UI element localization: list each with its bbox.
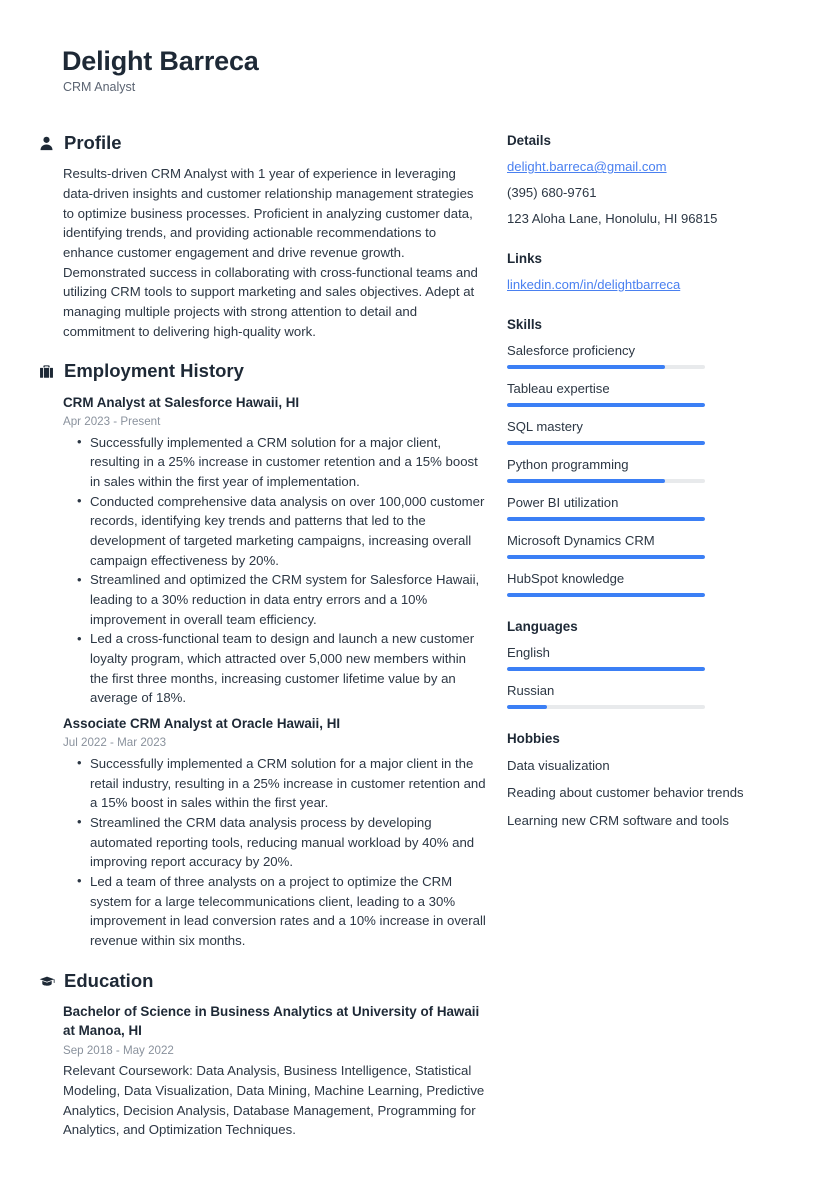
sidebar-section-hobbies: Hobbies Data visualization Reading about… <box>507 731 767 830</box>
skill-bar-track <box>507 403 705 408</box>
resume-page: Delight Barreca CRM Analyst Profile Resu… <box>0 0 833 1178</box>
sidebar-section-links: Links linkedin.com/in/delightbarreca <box>507 251 767 295</box>
address-text: 123 Aloha Lane, Honolulu, HI 96815 <box>507 211 718 227</box>
entry-bullet: Conducted comprehensive data analysis on… <box>77 491 487 571</box>
employment-entry: CRM Analyst at Salesforce Hawaii, HI Apr… <box>63 393 487 708</box>
language-bar-fill <box>507 667 705 672</box>
section-education-body: Bachelor of Science in Business Analytic… <box>38 1002 487 1140</box>
skill-bar-fill <box>507 555 705 560</box>
language-bar-fill <box>507 705 547 710</box>
candidate-job-title: CRM Analyst <box>63 80 136 95</box>
section-education: Education Bachelor of Science in Busines… <box>38 969 487 1140</box>
sidebar-section-details: Details delight.barreca@gmail.com (395) … <box>507 133 767 229</box>
skill-bar-fill <box>507 365 666 370</box>
skill-item: Power BI utilization <box>507 494 767 522</box>
email-link[interactable]: delight.barreca@gmail.com <box>507 158 767 177</box>
section-education-header: Education <box>38 969 487 991</box>
section-profile-body: Results-driven CRM Analyst with 1 year o… <box>38 164 487 341</box>
language-bar-track <box>507 705 705 710</box>
sidebar-section-languages: Languages English Russian <box>507 619 767 710</box>
sidebar-section-skills: Skills Salesforce proficiency Tableau ex… <box>507 317 767 598</box>
sidebar-details-title: Details <box>507 133 551 149</box>
skill-item: Microsoft Dynamics CRM <box>507 532 767 560</box>
skill-bar-fill <box>507 517 705 522</box>
candidate-name: Delight Barreca <box>62 46 259 76</box>
entry-bullet: Streamlined the CRM data analysis proces… <box>77 812 487 872</box>
resume-body: Profile Results-driven CRM Analyst with … <box>0 132 833 1160</box>
language-item: Russian <box>507 682 767 710</box>
entry-bullet: Led a team of three analysts on a projec… <box>77 871 487 951</box>
resume-header: Delight Barreca CRM Analyst <box>0 0 833 95</box>
skill-bar-track <box>507 517 705 522</box>
skill-label: HubSpot knowledge <box>507 571 625 587</box>
skill-label: SQL mastery <box>507 419 583 435</box>
skill-label: Microsoft Dynamics CRM <box>507 533 655 549</box>
skill-item: SQL mastery <box>507 418 767 446</box>
entry-bullet-list: Successfully implemented a CRM solution … <box>63 432 487 708</box>
sidebar-languages-title: Languages <box>507 619 578 635</box>
main-column: Profile Results-driven CRM Analyst with … <box>0 132 487 1160</box>
linkedin-link[interactable]: linkedin.com/in/delightbarreca <box>507 276 767 295</box>
skill-bar-fill <box>507 593 705 598</box>
skill-label: Salesforce proficiency <box>507 343 636 359</box>
hobby-item: Learning new CRM software and tools <box>507 812 729 828</box>
skill-label: Power BI utilization <box>507 495 619 511</box>
section-education-title: Education <box>64 969 154 991</box>
skill-label: Tableau expertise <box>507 381 610 397</box>
entry-bullet-list: Successfully implemented a CRM solution … <box>63 753 487 951</box>
entry-bullet: Led a cross-functional team to design an… <box>77 629 487 708</box>
sidebar-links-title: Links <box>507 251 542 267</box>
skill-item: Tableau expertise <box>507 380 767 408</box>
entry-date: Jul 2022 - Mar 2023 <box>63 736 167 750</box>
hobby-item: Reading about customer behavior trends <box>507 785 744 801</box>
section-employment-body: CRM Analyst at Salesforce Hawaii, HI Apr… <box>38 393 487 951</box>
briefcase-icon <box>38 363 55 380</box>
section-profile: Profile Results-driven CRM Analyst with … <box>38 132 487 341</box>
skill-item: Python programming <box>507 456 767 484</box>
person-icon <box>38 135 55 152</box>
sidebar-skills-title: Skills <box>507 317 542 333</box>
skill-item: HubSpot knowledge <box>507 570 767 598</box>
section-employment-header: Employment History <box>38 361 487 381</box>
profile-text: Results-driven CRM Analyst with 1 year o… <box>63 166 478 339</box>
sidebar-hobbies-title: Hobbies <box>507 731 560 747</box>
entry-bullet: Streamlined and optimized the CRM system… <box>77 570 487 629</box>
skill-bar-fill <box>507 403 705 408</box>
section-profile-header: Profile <box>38 132 487 154</box>
skill-bar-track <box>507 365 705 370</box>
entry-date: Apr 2023 - Present <box>63 415 161 429</box>
language-label: English <box>507 645 550 661</box>
entry-date: Sep 2018 - May 2022 <box>63 1043 174 1057</box>
section-employment-title: Employment History <box>64 360 244 382</box>
graduation-cap-icon <box>38 972 55 989</box>
language-bar-track <box>507 667 705 672</box>
language-label: Russian <box>507 683 555 699</box>
language-item: English <box>507 644 767 672</box>
entry-title: Bachelor of Science in Business Analytic… <box>63 1003 480 1039</box>
skill-bar-fill <box>507 441 705 446</box>
sidebar-column: Details delight.barreca@gmail.com (395) … <box>487 133 767 852</box>
skill-bar-track <box>507 593 705 598</box>
entry-bullet: Successfully implemented a CRM solution … <box>77 432 487 492</box>
entry-bullet: Successfully implemented a CRM solution … <box>77 753 487 813</box>
skill-item: Salesforce proficiency <box>507 342 767 370</box>
entry-title: Associate CRM Analyst at Oracle Hawaii, … <box>63 716 341 732</box>
section-profile-title: Profile <box>64 132 122 154</box>
phone-text: (395) 680-9761 <box>507 185 597 201</box>
entry-description: Relevant Coursework: Data Analysis, Busi… <box>63 1063 485 1138</box>
skill-label: Python programming <box>507 457 629 473</box>
entry-title: CRM Analyst at Salesforce Hawaii, HI <box>63 394 300 410</box>
skill-bar-track <box>507 441 705 446</box>
hobby-item: Data visualization <box>507 757 610 773</box>
skill-bar-track <box>507 555 705 560</box>
employment-entry: Associate CRM Analyst at Oracle Hawaii, … <box>63 714 487 951</box>
education-entry: Bachelor of Science in Business Analytic… <box>63 1002 487 1140</box>
skill-bar-track <box>507 479 705 484</box>
section-employment: Employment History CRM Analyst at Salesf… <box>38 361 487 950</box>
skill-bar-fill <box>507 479 666 484</box>
